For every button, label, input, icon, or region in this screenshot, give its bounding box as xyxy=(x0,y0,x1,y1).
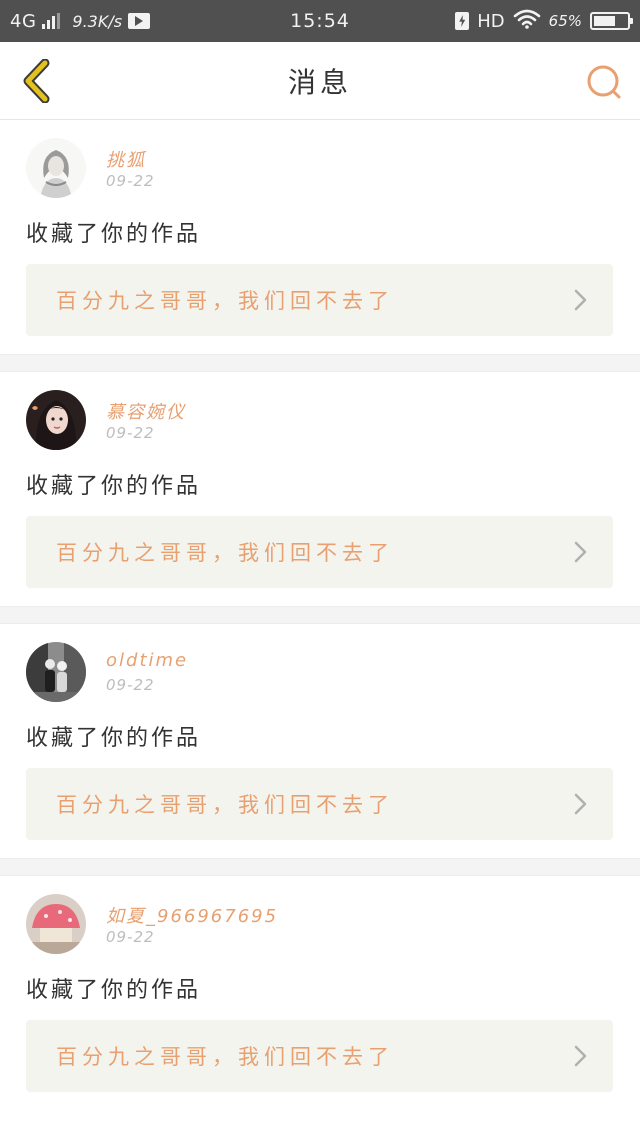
username[interactable]: 挑狐 xyxy=(106,146,146,172)
battery-icon xyxy=(590,12,633,30)
chevron-right-icon xyxy=(574,289,587,311)
notification-list: 挑狐 09-22 收藏了你的作品 百分九之哥哥，我们回不去了 慕容婉仪 09-2… xyxy=(0,120,640,1110)
clock: 15:54 xyxy=(290,10,350,32)
username[interactable]: 慕容婉仪 xyxy=(106,398,186,424)
search-button[interactable] xyxy=(584,62,624,102)
hd-indicator: HD xyxy=(477,10,505,32)
work-link[interactable]: 百分九之哥哥，我们回不去了 xyxy=(26,264,613,336)
chevron-right-icon xyxy=(574,793,587,815)
work-title: 百分九之哥哥，我们回不去了 xyxy=(56,793,394,817)
network-type: 4G xyxy=(10,10,37,32)
card-divider xyxy=(0,606,640,624)
avatar[interactable] xyxy=(26,642,86,702)
username[interactable]: oldtime xyxy=(106,650,188,671)
battery-percent: 65% xyxy=(548,12,582,30)
page-title: 消息 xyxy=(287,65,352,99)
date: 09-22 xyxy=(106,172,155,190)
card-divider xyxy=(0,354,640,372)
video-icon xyxy=(128,13,151,29)
avatar[interactable] xyxy=(26,138,86,198)
action-text: 收藏了你的作品 xyxy=(26,726,202,751)
header-bar: 消息 xyxy=(0,42,640,120)
action-text: 收藏了你的作品 xyxy=(26,978,202,1003)
avatar[interactable] xyxy=(26,894,86,954)
status-bar-left: 4G 9.3K/s xyxy=(10,0,151,42)
action-text: 收藏了你的作品 xyxy=(26,474,202,499)
notification-card: oldtime 09-22 收藏了你的作品 百分九之哥哥，我们回不去了 xyxy=(0,624,640,858)
notification-card: 慕容婉仪 09-22 收藏了你的作品 百分九之哥哥，我们回不去了 xyxy=(0,372,640,606)
network-speed: 9.3K/s xyxy=(72,11,123,31)
work-link[interactable]: 百分九之哥哥，我们回不去了 xyxy=(26,768,613,840)
status-bar: 4G 9.3K/s 15:54 HD 65% xyxy=(0,0,640,42)
signal-icon xyxy=(42,13,61,29)
username[interactable]: 如夏_966967695 xyxy=(106,902,278,928)
work-title: 百分九之哥哥，我们回不去了 xyxy=(56,541,394,565)
card-divider xyxy=(0,858,640,876)
battery-fill xyxy=(594,16,615,26)
work-title: 百分九之哥哥，我们回不去了 xyxy=(56,289,394,313)
search-icon xyxy=(587,65,621,99)
wifi-icon xyxy=(513,9,541,34)
status-bar-right: HD 65% xyxy=(455,0,633,42)
work-link[interactable]: 百分九之哥哥，我们回不去了 xyxy=(26,516,613,588)
charge-icon xyxy=(455,12,470,30)
date: 09-22 xyxy=(106,928,155,946)
date: 09-22 xyxy=(106,424,155,442)
chevron-right-icon xyxy=(574,541,587,563)
avatar[interactable] xyxy=(26,390,86,450)
notification-card: 挑狐 09-22 收藏了你的作品 百分九之哥哥，我们回不去了 xyxy=(0,120,640,354)
work-title: 百分九之哥哥，我们回不去了 xyxy=(56,1045,394,1069)
date: 09-22 xyxy=(106,676,155,694)
notification-card: 如夏_966967695 09-22 收藏了你的作品 百分九之哥哥，我们回不去了 xyxy=(0,876,640,1110)
work-link[interactable]: 百分九之哥哥，我们回不去了 xyxy=(26,1020,613,1092)
action-text: 收藏了你的作品 xyxy=(26,222,202,247)
chevron-right-icon xyxy=(574,1045,587,1067)
